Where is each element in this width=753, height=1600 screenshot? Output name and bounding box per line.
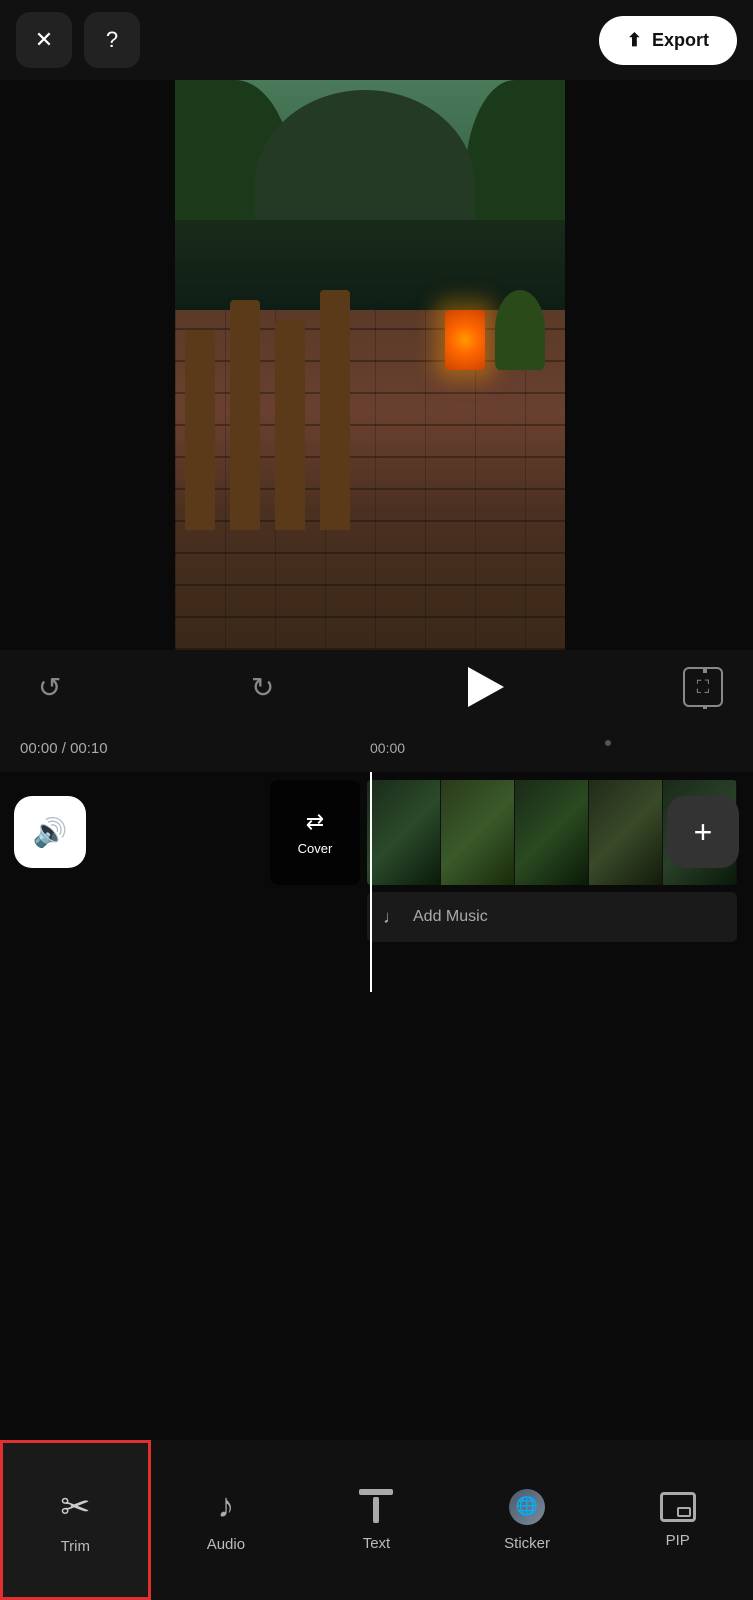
time-dot-1 <box>605 740 611 746</box>
scene-fence <box>175 250 375 530</box>
audio-label: Audio <box>207 1536 245 1553</box>
video-canvas <box>175 80 565 650</box>
pip-icon <box>660 1492 696 1522</box>
fullscreen-icon: ⛶ <box>685 669 721 705</box>
t-top-bar <box>359 1489 393 1495</box>
fence-post-3 <box>275 320 305 530</box>
scene-plant <box>495 290 545 370</box>
strip-frame-1 <box>367 780 441 885</box>
scene-lantern <box>445 310 485 370</box>
text-icon <box>358 1489 394 1525</box>
top-bar-left: ✕ ? <box>16 12 140 68</box>
timeline-area: 🔊 ⇄ Cover + ♩ Add Music <box>0 772 753 992</box>
toolbar-audio[interactable]: ♪ Audio <box>151 1440 302 1600</box>
toolbar-text[interactable]: Text <box>301 1440 452 1600</box>
close-icon: ✕ <box>35 27 53 53</box>
volume-icon: 🔊 <box>33 816 68 849</box>
fence-post-4 <box>320 290 350 530</box>
toolbar-sticker[interactable]: 🌐 Sticker <box>452 1440 603 1600</box>
export-label: Export <box>652 30 709 51</box>
cover-arrows-icon: ⇄ <box>306 809 324 835</box>
pip-inner <box>677 1507 691 1517</box>
music-icon: ♩ <box>383 907 401 928</box>
help-icon: ? <box>106 27 118 53</box>
add-clip-icon: + <box>694 814 713 851</box>
scissors-icon: ✂ <box>60 1486 90 1528</box>
text-label: Text <box>363 1535 391 1552</box>
toolbar-trim[interactable]: ✂ Trim <box>0 1440 151 1600</box>
fence-post-2 <box>230 300 260 530</box>
undo-button[interactable]: ↺ <box>30 663 69 712</box>
fullscreen-button[interactable]: ⛶ <box>683 667 723 707</box>
video-preview <box>175 80 565 650</box>
redo-icon: ↻ <box>251 672 274 703</box>
timeline-playhead <box>370 772 372 992</box>
cover-label: Cover <box>298 841 333 856</box>
t-stem <box>373 1497 379 1523</box>
sticker-label: Sticker <box>504 1535 550 1552</box>
time-marker-1: 00:00 <box>370 740 405 756</box>
top-bar: ✕ ? ⬆ Export <box>0 0 753 80</box>
undo-icon: ↺ <box>38 672 61 703</box>
add-clip-button[interactable]: + <box>667 796 739 868</box>
timeline-bar: 00:00 / 00:10 00:00 00:02 <box>0 724 753 772</box>
current-time: 00:00 / 00:10 <box>20 740 108 757</box>
play-icon <box>468 667 504 707</box>
controls-bar: ↺ ↻ ⛶ <box>0 650 753 724</box>
close-button[interactable]: ✕ <box>16 12 72 68</box>
export-button[interactable]: ⬆ Export <box>599 16 737 65</box>
strip-frame-4 <box>589 780 663 885</box>
play-button[interactable] <box>456 660 510 714</box>
cover-button[interactable]: ⇄ Cover <box>270 780 360 885</box>
toolbar-pip[interactable]: PIP <box>602 1440 753 1600</box>
trim-label: Trim <box>61 1538 90 1555</box>
pip-label: PIP <box>666 1532 690 1549</box>
sticker-emoji: 🌐 <box>516 1496 538 1517</box>
sticker-icon: 🌐 <box>509 1489 545 1525</box>
time-markers: 00:00 00:02 <box>370 740 753 756</box>
audio-note-icon: ♪ <box>217 1487 234 1526</box>
volume-button[interactable]: 🔊 <box>14 796 86 868</box>
bottom-toolbar: ✂ Trim ♪ Audio Text 🌐 Sticker PIP <box>0 1440 753 1600</box>
fence-post-1 <box>185 330 215 530</box>
add-music-label: Add Music <box>413 908 488 926</box>
help-button[interactable]: ? <box>84 12 140 68</box>
strip-frame-3 <box>515 780 589 885</box>
redo-button[interactable]: ↻ <box>243 663 282 712</box>
export-upload-icon: ⬆ <box>627 30 642 51</box>
add-music-bar[interactable]: ♩ Add Music <box>367 892 737 942</box>
strip-frame-2 <box>441 780 515 885</box>
